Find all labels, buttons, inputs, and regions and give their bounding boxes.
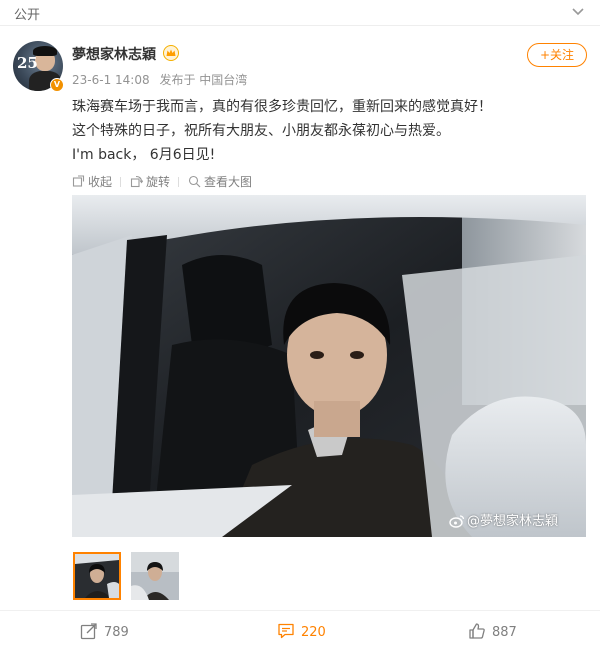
top-bar: 公开 [0,0,600,26]
like-icon [469,623,485,639]
weibo-logo-icon [449,515,465,528]
zoom-icon [188,175,201,188]
thumbnail-1[interactable] [73,552,121,600]
watermark: @夢想家林志穎 [449,510,558,529]
repost-icon [80,623,97,640]
collapse-label: 收起 [88,175,113,189]
follow-button[interactable]: +关注 [527,43,587,67]
avatar-number: 25 [17,54,38,72]
view-large-label: 查看大图 [204,175,253,189]
repost-count: 789 [104,625,129,640]
post-footer: 789 220 887 [0,610,600,653]
view-large-button[interactable]: 查看大图 [188,173,252,190]
author-name[interactable]: 夢想家林志穎 [72,44,156,64]
like-button[interactable]: 887 [468,622,517,640]
post-source: 发布于 中国台湾 [159,73,248,87]
divider [120,177,121,187]
watermark-text: @夢想家林志穎 [466,514,558,529]
thumbnail-image [131,552,179,600]
chevron-down-icon[interactable] [570,5,586,19]
post-time[interactable]: 23-6-1 14:08 [72,73,150,87]
rotate-button[interactable]: 旋转 [130,173,170,190]
like-count: 887 [492,625,517,640]
post-line: 珠海赛车场于我而言，真的有很多珍贵回忆，重新回来的感觉真好！ [72,99,492,115]
rotate-icon [130,175,144,188]
post-line: 这个特殊的日子，祝所有大朋友、小朋友都永葆初心与热爱。 [72,123,450,139]
thumbnail-image [75,554,119,598]
thumbnail-2[interactable] [131,552,179,600]
repost-button[interactable]: 789 [80,622,129,640]
comment-count: 220 [301,625,326,640]
post-photo[interactable]: @夢想家林志穎 [72,195,586,537]
photo-illustration [72,195,586,537]
post-content: 珠海赛车场于我而言，真的有很多珍贵回忆，重新回来的感觉真好！ 这个特殊的日子，祝… [72,95,582,167]
divider [178,177,179,187]
collapse-button[interactable]: 收起 [72,173,112,190]
comment-button[interactable]: 220 [277,622,326,640]
rotate-label: 旋转 [146,175,171,189]
post-line: I'm back， 6月6日见! [72,147,216,163]
comment-icon [278,623,294,639]
crown-icon[interactable] [163,45,179,61]
post-meta: 23-6-1 14:08 发布于 中国台湾 [72,71,253,88]
collapse-icon [72,175,85,187]
verified-badge-icon: V [50,78,64,92]
visibility-label: 公开 [14,8,41,23]
